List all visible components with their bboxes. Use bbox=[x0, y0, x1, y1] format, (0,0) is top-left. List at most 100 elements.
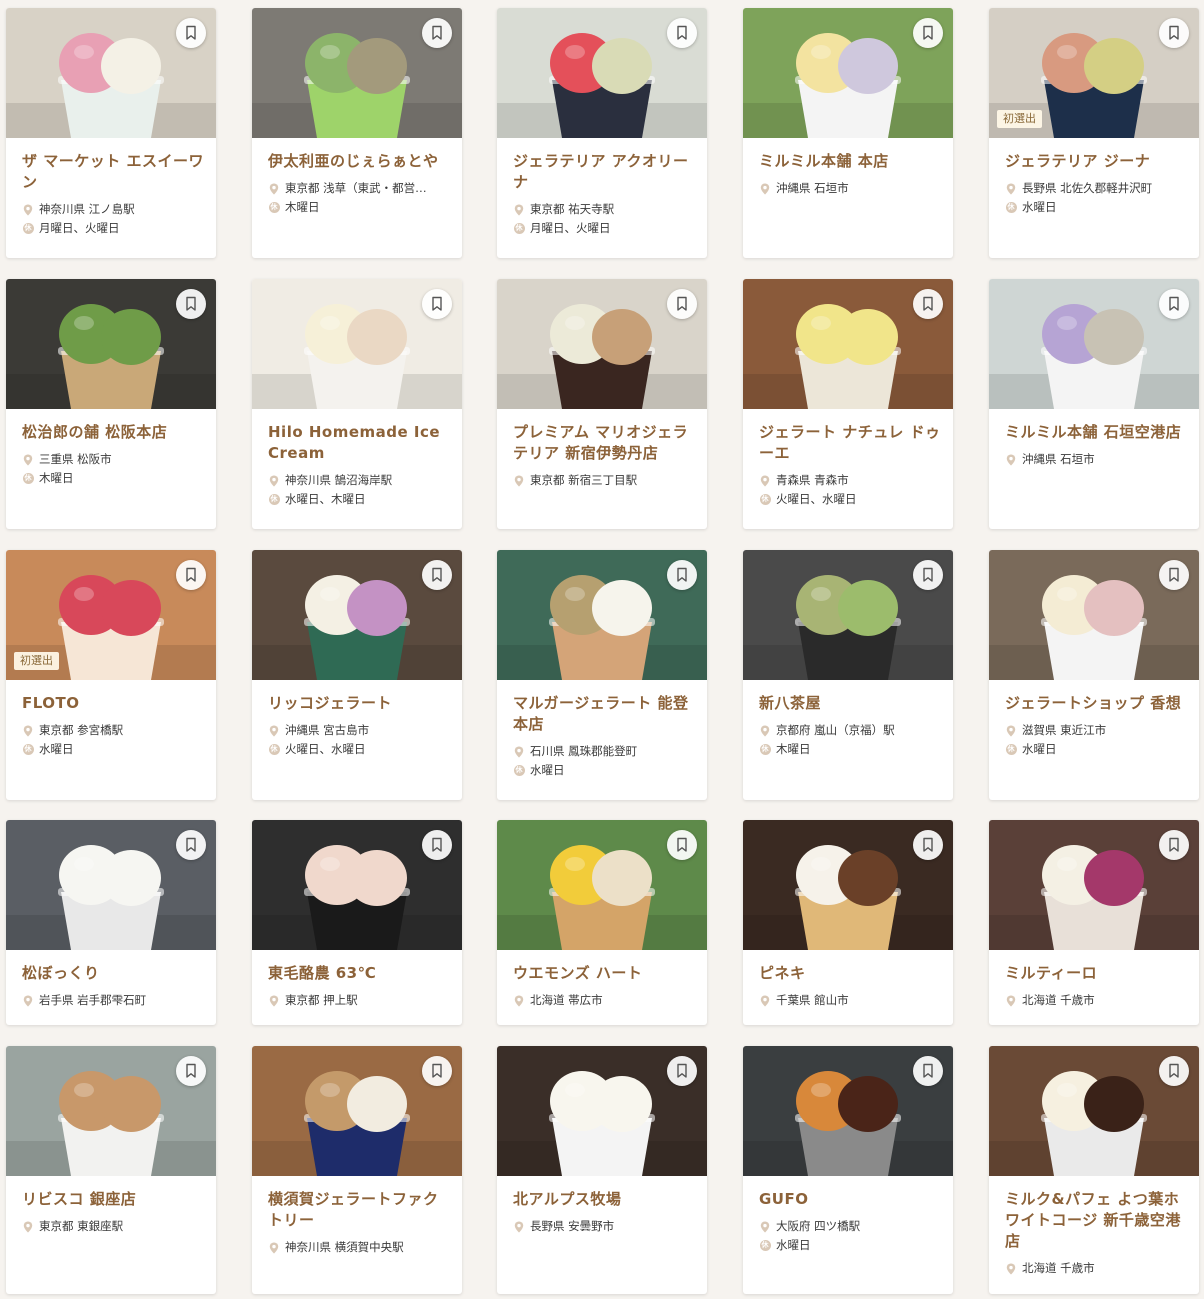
shop-card[interactable]: ジェラート ナチュレ ドゥーエ 青森県 青森市休火曜日、水曜日 bbox=[743, 279, 953, 529]
shop-card[interactable]: プレミアム マリオジェラテリア 新宿伊勢丹店 東京都 新宿三丁目駅 bbox=[497, 279, 707, 529]
bookmark-button[interactable] bbox=[422, 289, 452, 319]
shop-name[interactable]: ジェラテリア アクオリーナ bbox=[513, 151, 695, 193]
shop-card[interactable]: ミルミル本舗 本店 沖縄県 石垣市 bbox=[743, 8, 953, 258]
shop-photo[interactable] bbox=[743, 8, 953, 138]
shop-photo[interactable] bbox=[252, 8, 462, 138]
shop-card[interactable]: 松治郎の舗 松阪本店 三重県 松阪市休木曜日 bbox=[6, 279, 216, 529]
shop-photo[interactable] bbox=[989, 279, 1199, 409]
bookmark-button[interactable] bbox=[176, 18, 206, 48]
shop-name[interactable]: リッコジェラート bbox=[268, 693, 450, 714]
shop-name[interactable]: FLOTO bbox=[22, 693, 204, 714]
shop-photo[interactable] bbox=[6, 8, 216, 138]
bookmark-button[interactable] bbox=[1159, 830, 1189, 860]
shop-photo[interactable] bbox=[252, 279, 462, 409]
shop-photo[interactable] bbox=[989, 820, 1199, 950]
shop-photo[interactable] bbox=[252, 550, 462, 680]
shop-card[interactable]: ミルミル本舗 石垣空港店 沖縄県 石垣市 bbox=[989, 279, 1199, 529]
bookmark-button[interactable] bbox=[667, 1056, 697, 1086]
shop-card[interactable]: Hilo Homemade Ice Cream 神奈川県 鵠沼海岸駅休水曜日、木曜… bbox=[252, 279, 462, 529]
shop-card[interactable]: 初選出 FLOTO 東京都 参宮橋駅休水曜日 bbox=[6, 550, 216, 800]
bookmark-button[interactable] bbox=[422, 18, 452, 48]
shop-name[interactable]: 伊太利亜のじぇらぁとや bbox=[268, 151, 450, 172]
bookmark-button[interactable] bbox=[176, 289, 206, 319]
shop-card[interactable]: ピネキ 千葉県 館山市 bbox=[743, 820, 953, 1025]
shop-photo[interactable] bbox=[497, 820, 707, 950]
shop-photo[interactable] bbox=[6, 1046, 216, 1176]
shop-name[interactable]: 新八茶屋 bbox=[759, 693, 941, 714]
shop-name[interactable]: プレミアム マリオジェラテリア 新宿伊勢丹店 bbox=[513, 422, 695, 464]
shop-name[interactable]: ジェラテリア ジーナ bbox=[1005, 151, 1187, 172]
shop-name[interactable]: ミルミル本舗 本店 bbox=[759, 151, 941, 172]
shop-name[interactable]: 松治郎の舗 松阪本店 bbox=[22, 422, 204, 443]
bookmark-button[interactable] bbox=[176, 1056, 206, 1086]
shop-card[interactable]: 北アルプス牧場 長野県 安曇野市 bbox=[497, 1046, 707, 1294]
shop-name[interactable]: ミルク&パフェ よつ葉ホワイトコージ 新千歳空港店 bbox=[1005, 1189, 1187, 1252]
shop-photo[interactable] bbox=[497, 279, 707, 409]
shop-photo[interactable] bbox=[989, 1046, 1199, 1176]
shop-name[interactable]: Hilo Homemade Ice Cream bbox=[268, 422, 450, 464]
shop-card[interactable]: ジェラテリア アクオリーナ 東京都 祐天寺駅休月曜日、火曜日 bbox=[497, 8, 707, 258]
shop-name[interactable]: 東毛酪農 63℃ bbox=[268, 963, 450, 984]
bookmark-button[interactable] bbox=[422, 830, 452, 860]
shop-name[interactable]: 北アルプス牧場 bbox=[513, 1189, 695, 1210]
shop-name[interactable]: 松ぼっくり bbox=[22, 963, 204, 984]
shop-photo[interactable] bbox=[743, 279, 953, 409]
shop-name[interactable]: ミルティーロ bbox=[1005, 963, 1187, 984]
bookmark-button[interactable] bbox=[913, 289, 943, 319]
bookmark-button[interactable] bbox=[913, 18, 943, 48]
shop-card[interactable]: 新八茶屋 京都府 嵐山（京福）駅休木曜日 bbox=[743, 550, 953, 800]
bookmark-button[interactable] bbox=[667, 18, 697, 48]
bookmark-button[interactable] bbox=[667, 560, 697, 590]
shop-card[interactable]: ウエモンズ ハート 北海道 帯広市 bbox=[497, 820, 707, 1025]
bookmark-button[interactable] bbox=[422, 560, 452, 590]
shop-card[interactable]: 松ぼっくり 岩手県 岩手郡雫石町 bbox=[6, 820, 216, 1025]
shop-photo[interactable] bbox=[497, 550, 707, 680]
bookmark-button[interactable] bbox=[913, 560, 943, 590]
shop-card[interactable]: リッコジェラート 沖縄県 宮古島市休火曜日、水曜日 bbox=[252, 550, 462, 800]
bookmark-button[interactable] bbox=[913, 1056, 943, 1086]
shop-name[interactable]: GUFO bbox=[759, 1189, 941, 1210]
shop-photo[interactable] bbox=[497, 8, 707, 138]
shop-name[interactable]: ピネキ bbox=[759, 963, 941, 984]
shop-photo[interactable] bbox=[743, 820, 953, 950]
bookmark-button[interactable] bbox=[176, 560, 206, 590]
shop-photo[interactable] bbox=[252, 1046, 462, 1176]
bookmark-button[interactable] bbox=[176, 830, 206, 860]
shop-photo[interactable] bbox=[497, 1046, 707, 1176]
shop-photo[interactable]: 初選出 bbox=[6, 550, 216, 680]
shop-card[interactable]: ミルティーロ 北海道 千歳市 bbox=[989, 820, 1199, 1025]
bookmark-button[interactable] bbox=[667, 289, 697, 319]
shop-name[interactable]: 横須賀ジェラートファクトリー bbox=[268, 1189, 450, 1231]
shop-photo[interactable]: 初選出 bbox=[989, 8, 1199, 138]
shop-card[interactable]: ミルク&パフェ よつ葉ホワイトコージ 新千歳空港店 北海道 千歳市 bbox=[989, 1046, 1199, 1294]
shop-card[interactable]: GUFO 大阪府 四ツ橋駅休水曜日 bbox=[743, 1046, 953, 1294]
bookmark-button[interactable] bbox=[913, 830, 943, 860]
shop-photo[interactable] bbox=[743, 1046, 953, 1176]
shop-name[interactable]: ジェラート ナチュレ ドゥーエ bbox=[759, 422, 941, 464]
shop-name[interactable]: ウエモンズ ハート bbox=[513, 963, 695, 984]
shop-card[interactable]: マルガージェラート 能登本店 石川県 鳳珠郡能登町休水曜日 bbox=[497, 550, 707, 800]
shop-name[interactable]: マルガージェラート 能登本店 bbox=[513, 693, 695, 735]
shop-card[interactable]: 横須賀ジェラートファクトリー 神奈川県 横須賀中央駅 bbox=[252, 1046, 462, 1294]
shop-card[interactable]: リビスコ 銀座店 東京都 東銀座駅 bbox=[6, 1046, 216, 1294]
shop-name[interactable]: ミルミル本舗 石垣空港店 bbox=[1005, 422, 1187, 443]
bookmark-button[interactable] bbox=[1159, 560, 1189, 590]
bookmark-button[interactable] bbox=[1159, 1056, 1189, 1086]
bookmark-button[interactable] bbox=[1159, 18, 1189, 48]
shop-photo[interactable] bbox=[6, 279, 216, 409]
shop-photo[interactable] bbox=[743, 550, 953, 680]
shop-card[interactable]: 伊太利亜のじぇらぁとや 東京都 浅草（東武・都営… 休木曜日 bbox=[252, 8, 462, 258]
shop-name[interactable]: ジェラートショップ 香想 bbox=[1005, 693, 1187, 714]
shop-photo[interactable] bbox=[252, 820, 462, 950]
shop-name[interactable]: リビスコ 銀座店 bbox=[22, 1189, 204, 1210]
shop-photo[interactable] bbox=[6, 820, 216, 950]
shop-card[interactable]: ザ マーケット エスイーワン 神奈川県 江ノ島駅休月曜日、火曜日 bbox=[6, 8, 216, 258]
shop-card[interactable]: 東毛酪農 63℃ 東京都 押上駅 bbox=[252, 820, 462, 1025]
shop-photo[interactable] bbox=[989, 550, 1199, 680]
bookmark-button[interactable] bbox=[1159, 289, 1189, 319]
bookmark-button[interactable] bbox=[422, 1056, 452, 1086]
shop-card[interactable]: ジェラートショップ 香想 滋賀県 東近江市休水曜日 bbox=[989, 550, 1199, 800]
bookmark-button[interactable] bbox=[667, 830, 697, 860]
shop-card[interactable]: 初選出 ジェラテリア ジーナ 長野県 北佐久郡軽井沢町休水曜日 bbox=[989, 8, 1199, 258]
shop-name[interactable]: ザ マーケット エスイーワン bbox=[22, 151, 204, 193]
